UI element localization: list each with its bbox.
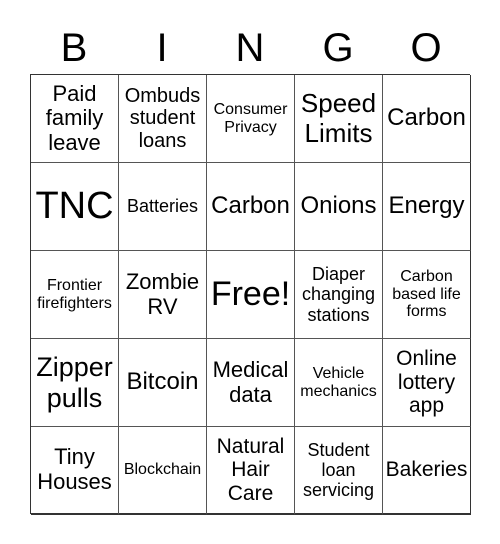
bingo-cell[interactable]: Carbon — [207, 163, 295, 251]
bingo-cell[interactable]: Carbon — [383, 75, 471, 163]
bingo-cell[interactable]: Zombie RV — [119, 251, 207, 339]
bingo-cell[interactable]: Ombuds student loans — [119, 75, 207, 163]
bingo-cell[interactable]: Consumer Privacy — [207, 75, 295, 163]
bingo-cell[interactable]: Carbon based life forms — [383, 251, 471, 339]
header-letter-o: O — [410, 26, 442, 70]
bingo-cell[interactable]: Medical data — [207, 339, 295, 427]
bingo-grid: Paid family leave Ombuds student loans C… — [30, 74, 471, 515]
header-letter-b: B — [60, 26, 88, 70]
free-space-cell[interactable]: Free! — [207, 251, 295, 339]
bingo-cell[interactable]: Natural Hair Care — [207, 427, 295, 515]
bingo-cell[interactable]: Bakeries — [383, 427, 471, 515]
bingo-cell[interactable]: Frontier firefighters — [31, 251, 119, 339]
bingo-cell[interactable]: TNC — [31, 163, 119, 251]
header-letter-n: N — [235, 26, 265, 70]
bingo-cell[interactable]: Speed Limits — [295, 75, 383, 163]
bingo-cell[interactable]: Student loan servicing — [295, 427, 383, 515]
header-letter-i: I — [156, 26, 168, 70]
bingo-cell[interactable]: Tiny Houses — [31, 427, 119, 515]
bingo-cell[interactable]: Online lottery app — [383, 339, 471, 427]
bingo-header: B I N G O — [30, 26, 470, 70]
bingo-cell[interactable]: Batteries — [119, 163, 207, 251]
bingo-cell[interactable]: Bitcoin — [119, 339, 207, 427]
bingo-cell[interactable]: Diaper changing stations — [295, 251, 383, 339]
header-letter-g: G — [322, 26, 354, 70]
bingo-cell[interactable]: Blockchain — [119, 427, 207, 515]
bingo-cell[interactable]: Paid family leave — [31, 75, 119, 163]
bingo-cell[interactable]: Zipper pulls — [31, 339, 119, 427]
bingo-cell[interactable]: Vehicle mechanics — [295, 339, 383, 427]
bingo-cell[interactable]: Onions — [295, 163, 383, 251]
bingo-cell[interactable]: Energy — [383, 163, 471, 251]
